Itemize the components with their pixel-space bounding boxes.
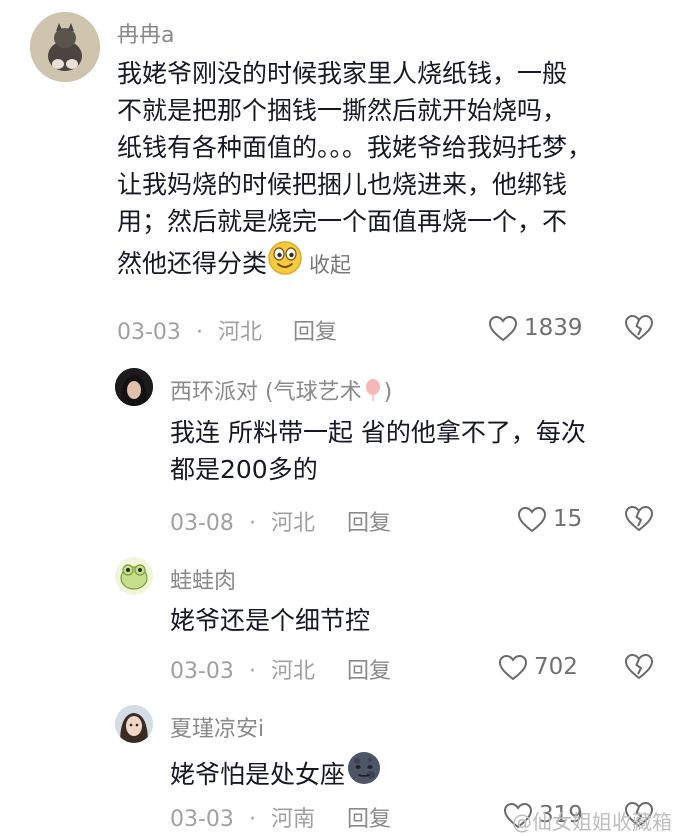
reply-text: 姥爷怕是处女座: [170, 749, 670, 797]
reply-button[interactable]: 回复: [347, 801, 391, 833]
like-count: 702: [534, 654, 578, 680]
reply-username[interactable]: 蛙蛙肉: [170, 563, 236, 595]
reply-text: 姥爷还是个细节控: [170, 602, 670, 639]
comment-location: 河北: [217, 320, 262, 345]
heart-icon: [517, 506, 547, 533]
meta-separator: ·: [248, 807, 256, 832]
like-count: 1839: [524, 315, 583, 341]
reply-date: 03-03: [170, 807, 234, 832]
reply-text: 我连 所料带一起 省的他拿不了，每次 都是200多的: [170, 414, 670, 488]
smiling-face-emoji: [267, 240, 303, 286]
comment-text-line: 纸钱有各种面值的。。。我姥爷给我妈托梦，: [117, 133, 593, 162]
avatar[interactable]: [30, 12, 100, 82]
reply-button[interactable]: 回复: [293, 314, 337, 346]
reply-text-line: 都是200多的: [170, 455, 318, 484]
reply-text-line: 我连 所料带一起 省的他拿不了，每次: [170, 418, 586, 447]
avatar[interactable]: [115, 557, 153, 595]
reply-button[interactable]: 回复: [347, 505, 391, 537]
heart-icon: [488, 315, 518, 342]
like-button[interactable]: 702: [498, 651, 578, 683]
reply-meta: 03-03 · 河南: [170, 801, 315, 833]
meta-separator: ·: [195, 320, 203, 345]
dislike-broken-heart-icon[interactable]: [624, 653, 654, 684]
comment-username[interactable]: 冉冉a: [117, 17, 174, 49]
comment-text-line: 让我妈烧的时候把捆儿也烧进来，他绑钱: [117, 170, 568, 199]
reply-button[interactable]: 回复: [347, 653, 391, 685]
reply-text-line: 姥爷还是个细节控: [170, 606, 371, 635]
comment-date: 03-03: [117, 320, 181, 345]
reply-location: 河南: [270, 807, 315, 832]
collapse-link[interactable]: 收起: [309, 253, 351, 277]
like-button[interactable]: 1839: [488, 312, 583, 344]
comment-text-line: 不就是把那个捆钱一撕然后就开始烧吗，: [117, 96, 568, 125]
username-suffix: ): [383, 380, 393, 405]
reply-username[interactable]: 西环派对 (气球艺术 ): [170, 374, 392, 408]
meta-separator: ·: [248, 511, 256, 536]
balloon-icon: [364, 378, 382, 408]
reply-date: 03-03: [170, 659, 234, 684]
avatar[interactable]: [115, 368, 153, 406]
comment-text-line: 然他还得分类: [117, 249, 268, 278]
comment-text: 我姥爷刚没的时候我家里人烧纸钱，一般 不就是把那个捆钱一撕然后就开始烧吗， 纸钱…: [117, 55, 677, 286]
heart-icon: [498, 654, 528, 681]
reply-location: 河北: [270, 511, 315, 536]
reply-meta: 03-08 · 河北: [170, 505, 315, 537]
reply-username[interactable]: 夏瑾凉安i: [170, 711, 264, 743]
comment-meta: 03-03 · 河北: [117, 314, 262, 346]
reply-date: 03-08: [170, 511, 234, 536]
reply-meta: 03-03 · 河北: [170, 653, 315, 685]
meta-separator: ·: [248, 659, 256, 684]
dislike-broken-heart-icon[interactable]: [624, 505, 654, 536]
like-count: 15: [553, 506, 583, 532]
reply-text-line: 姥爷怕是处女座: [170, 760, 346, 789]
dislike-broken-heart-icon[interactable]: [624, 314, 654, 345]
watermark: @仙女姐姐收藏箱: [512, 810, 672, 834]
comment-text-line: 我姥爷刚没的时候我家里人烧纸钱，一般: [117, 59, 568, 88]
username-text: 西环派对 (气球艺术: [170, 380, 362, 405]
comment-text-line: 用；然后就是烧完一个面值再烧一个，不: [117, 207, 568, 236]
reply-location: 河北: [270, 659, 315, 684]
avatar[interactable]: [115, 705, 153, 743]
new-moon-face-emoji: [345, 749, 383, 797]
like-button[interactable]: 15: [517, 503, 582, 535]
